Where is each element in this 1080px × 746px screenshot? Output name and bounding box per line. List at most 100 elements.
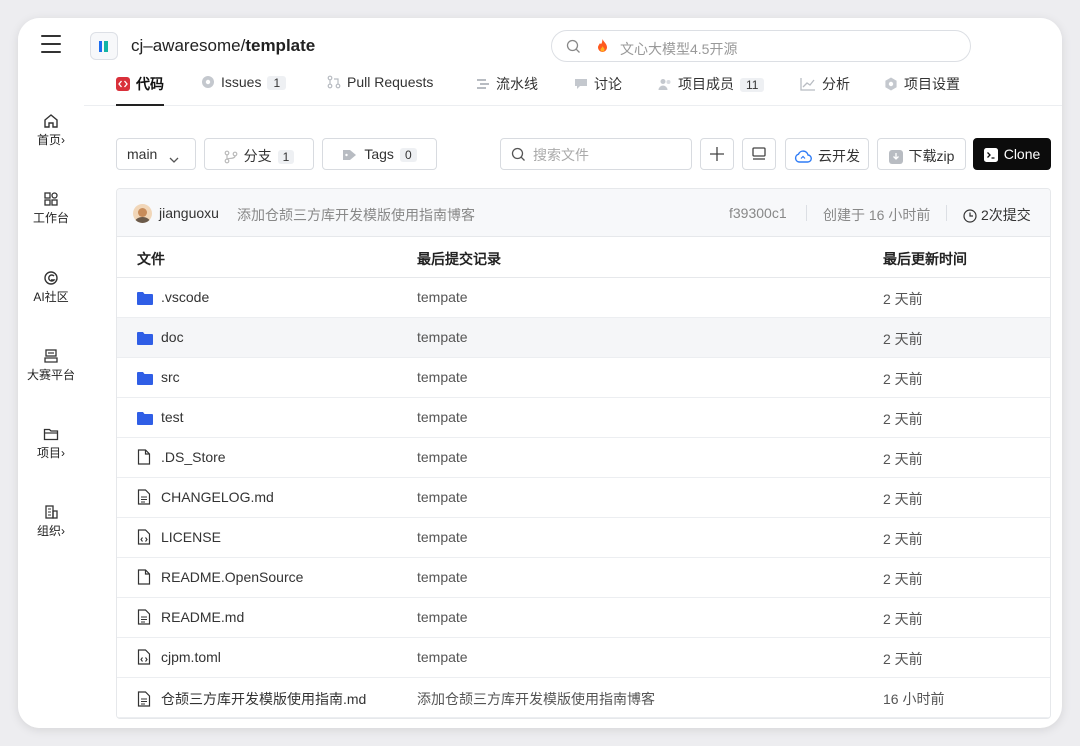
branches-count-badge: 1 bbox=[277, 150, 295, 164]
last-updated-time: 2 天前 bbox=[883, 611, 923, 627]
tab-label: 讨论 bbox=[594, 76, 622, 92]
file-name-link[interactable]: LICENSE bbox=[137, 529, 221, 548]
file-name-link[interactable]: README.OpenSource bbox=[137, 569, 303, 588]
file-name-link[interactable]: test bbox=[137, 409, 184, 428]
file-name-link[interactable]: doc bbox=[137, 329, 184, 348]
commit-count-link[interactable]: 2次提交 bbox=[963, 205, 1031, 225]
clone-button[interactable]: Clone bbox=[973, 138, 1051, 170]
tab-analytics[interactable]: 分析 bbox=[800, 74, 850, 105]
file-name-link[interactable]: .DS_Store bbox=[137, 449, 226, 468]
sidebar-item-ai-community[interactable]: AI社区 bbox=[18, 269, 84, 305]
tags-count-badge: 0 bbox=[399, 148, 417, 162]
branches-button[interactable]: 分支 1 bbox=[204, 138, 314, 170]
table-row[interactable]: test tempate 2 天前 bbox=[117, 398, 1050, 438]
web-ide-button[interactable] bbox=[742, 138, 776, 170]
last-commit-message[interactable]: tempate bbox=[417, 489, 468, 505]
repo-name[interactable]: template bbox=[245, 36, 315, 55]
global-search-input[interactable]: 文心大模型4.5开源 bbox=[551, 30, 971, 62]
last-commit-message[interactable]: tempate bbox=[417, 569, 468, 585]
last-commit-message[interactable]: tempate bbox=[417, 609, 468, 625]
file-icon bbox=[137, 449, 154, 468]
download-label: 下载zip bbox=[908, 148, 955, 164]
commit-author[interactable]: jianguoxu bbox=[159, 205, 219, 221]
sidebar-item-competition[interactable]: 大赛平台 bbox=[18, 347, 84, 383]
table-row[interactable]: README.OpenSource tempate 2 天前 bbox=[117, 558, 1050, 598]
file-icon bbox=[137, 569, 154, 588]
left-sidebar: 首页› 工作台 AI社区 大赛平台 项目› 组织› bbox=[18, 18, 84, 728]
tab-discussions[interactable]: 讨论 bbox=[574, 74, 622, 105]
table-row[interactable]: LICENSE tempate 2 天前 bbox=[117, 518, 1050, 558]
file-name: cjpm.toml bbox=[161, 649, 221, 665]
table-row[interactable]: 仓颉三方库开发模版使用指南.md 添加仓颉三方库开发模版使用指南博客 16 小时前 bbox=[117, 678, 1050, 718]
tab-label: 流水线 bbox=[496, 76, 538, 92]
last-commit-message[interactable]: tempate bbox=[417, 329, 468, 345]
sidebar-item-home[interactable]: 首页› bbox=[18, 112, 84, 148]
last-commit-message[interactable]: tempate bbox=[417, 529, 468, 545]
tag-icon bbox=[343, 150, 357, 160]
sidebar-item-label: 工作台 bbox=[32, 211, 69, 225]
table-row[interactable]: .vscode tempate 2 天前 bbox=[117, 278, 1050, 318]
file-name-link[interactable]: .vscode bbox=[137, 289, 209, 308]
cloud-dev-button[interactable]: 云开发 bbox=[785, 138, 869, 170]
tab-code[interactable]: 代码 bbox=[116, 74, 164, 106]
members-count-badge: 11 bbox=[740, 78, 765, 92]
commit-message[interactable]: 添加仓颉三方库开发模版使用指南博客 bbox=[237, 205, 475, 225]
file-name: LICENSE bbox=[161, 529, 221, 545]
table-row[interactable]: .DS_Store tempate 2 天前 bbox=[117, 438, 1050, 478]
repo-icon bbox=[90, 32, 118, 60]
table-row[interactable]: src tempate 2 天前 bbox=[117, 358, 1050, 398]
tab-pull-requests[interactable]: Pull Requests bbox=[327, 74, 433, 105]
download-zip-button[interactable]: 下载zip bbox=[877, 138, 966, 170]
last-commit-message[interactable]: tempate bbox=[417, 409, 468, 425]
tab-pipeline[interactable]: 流水线 bbox=[476, 74, 538, 105]
last-commit-message[interactable]: tempate bbox=[417, 289, 468, 305]
menu-icon[interactable] bbox=[41, 35, 61, 53]
file-name-link[interactable]: CHANGELOG.md bbox=[137, 489, 274, 508]
issues-count-badge: 1 bbox=[267, 76, 287, 90]
column-header-file: 文件 bbox=[137, 251, 165, 267]
folder-icon bbox=[137, 412, 154, 428]
table-row[interactable]: cjpm.toml tempate 2 天前 bbox=[117, 638, 1050, 678]
repo-breadcrumb[interactable]: cj–awaresome/template bbox=[131, 36, 315, 56]
last-commit-message[interactable]: tempate bbox=[417, 449, 468, 465]
trophy-icon bbox=[18, 347, 84, 365]
gear-icon bbox=[884, 77, 898, 94]
add-file-button[interactable] bbox=[700, 138, 734, 170]
branches-label: 分支 bbox=[243, 148, 272, 164]
code-file-icon bbox=[137, 649, 154, 668]
file-name: README.OpenSource bbox=[161, 569, 304, 585]
sidebar-item-projects[interactable]: 项目› bbox=[18, 425, 84, 461]
last-commit-message[interactable]: tempate bbox=[417, 649, 468, 665]
file-name-link[interactable]: README.md bbox=[137, 609, 244, 628]
tab-issues[interactable]: Issues 1 bbox=[201, 74, 287, 105]
branch-select[interactable]: main bbox=[116, 138, 196, 170]
markdown-file-icon bbox=[137, 489, 154, 508]
repo-owner[interactable]: cj–awaresome/ bbox=[131, 36, 245, 55]
search-icon bbox=[511, 147, 526, 165]
file-name-link[interactable]: 仓颉三方库开发模版使用指南.md bbox=[137, 689, 366, 710]
avatar[interactable] bbox=[133, 204, 152, 223]
markdown-file-icon bbox=[137, 691, 154, 710]
last-commit-message[interactable]: 添加仓颉三方库开发模版使用指南博客 bbox=[417, 689, 655, 709]
search-icon bbox=[566, 39, 581, 57]
sidebar-item-workbench[interactable]: 工作台 bbox=[18, 190, 84, 226]
file-name-link[interactable]: cjpm.toml bbox=[137, 649, 221, 668]
last-updated-time: 2 天前 bbox=[883, 331, 923, 347]
tab-settings[interactable]: 项目设置 bbox=[884, 74, 960, 105]
table-row[interactable]: CHANGELOG.md tempate 2 天前 bbox=[117, 478, 1050, 518]
file-name-link[interactable]: src bbox=[137, 369, 180, 388]
app-window: 首页› 工作台 AI社区 大赛平台 项目› 组织› cj–awaresome/t… bbox=[18, 18, 1062, 728]
sidebar-item-organizations[interactable]: 组织› bbox=[18, 503, 84, 539]
table-row[interactable]: doc tempate 2 天前 bbox=[117, 318, 1050, 358]
tags-button[interactable]: Tags 0 bbox=[322, 138, 437, 170]
table-row[interactable]: README.md tempate 2 天前 bbox=[117, 598, 1050, 638]
last-commit-message[interactable]: tempate bbox=[417, 369, 468, 385]
file-search-input[interactable] bbox=[500, 138, 692, 170]
file-search-field[interactable] bbox=[533, 145, 683, 165]
last-updated-time: 2 天前 bbox=[883, 531, 923, 547]
folder-icon bbox=[137, 292, 154, 308]
commit-hash[interactable]: f39300c1 bbox=[729, 205, 787, 221]
tab-members[interactable]: 项目成员 11 bbox=[658, 74, 765, 105]
cloud-icon bbox=[794, 150, 812, 163]
tab-label: Pull Requests bbox=[347, 74, 434, 90]
